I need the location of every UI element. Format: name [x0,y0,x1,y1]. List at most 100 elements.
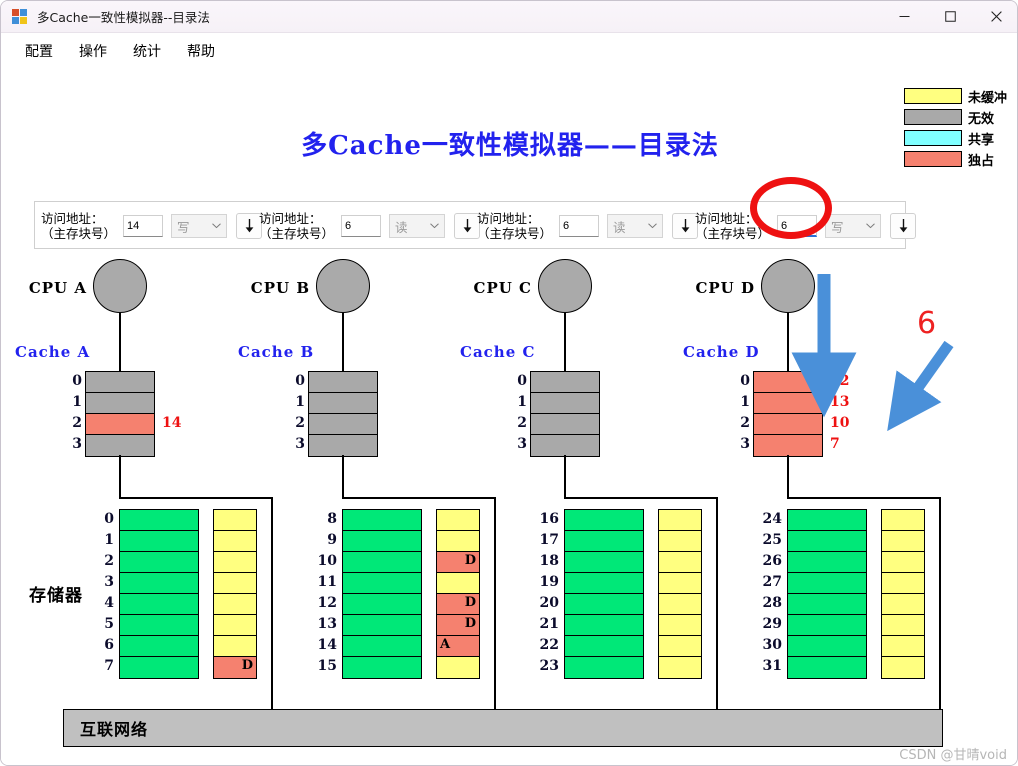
directory-cell[interactable]: D [437,615,479,636]
memory-data-cell[interactable]: 9 [327,531,421,552]
memory-data-cell[interactable]: 3 [104,573,198,594]
close-button[interactable] [973,1,1017,33]
cache-row[interactable]: 2 [517,414,599,435]
cache-row[interactable]: 1 13 [740,393,849,414]
cache-row[interactable]: 0 12 [740,372,849,393]
memory-data-cell[interactable]: 31 [763,657,866,678]
directory-cell[interactable] [214,573,256,594]
memory-data-cell[interactable]: 0 [104,510,198,531]
memory-data-cell[interactable]: 13 [318,615,421,636]
address-input-c[interactable] [559,215,600,237]
memory-data-cell[interactable]: 18 [540,552,643,573]
directory-cell[interactable]: D [214,657,256,678]
memory-data-cell[interactable]: 14 [318,636,421,657]
directory-cell[interactable] [659,636,701,657]
cache-row[interactable]: 1 [295,393,377,414]
memory-data-cell[interactable]: 29 [763,615,866,636]
cpu-node[interactable] [316,259,370,313]
directory-cell[interactable] [882,657,924,678]
memory-data-cell[interactable]: 1 [104,531,198,552]
directory-cell[interactable] [659,531,701,552]
memory-data-cell[interactable]: 17 [540,531,643,552]
menu-item-config[interactable]: 配置 [13,38,65,64]
directory-cell[interactable] [882,615,924,636]
cache-row[interactable]: 3 [295,435,377,456]
directory-cell[interactable] [659,552,701,573]
memory-data-cell[interactable]: 5 [104,615,198,636]
directory-cell[interactable] [437,531,479,552]
cpu-node[interactable] [93,259,147,313]
memory-data-cell[interactable]: 6 [104,636,198,657]
memory-data-cell[interactable]: 12 [318,594,421,615]
cache-row[interactable]: 1 [517,393,599,414]
directory-cell[interactable]: A [437,636,479,657]
directory-cell[interactable] [214,615,256,636]
memory-data-cell[interactable]: 7 [104,657,198,678]
directory-cell[interactable] [882,573,924,594]
execute-button-d[interactable] [890,213,917,239]
memory-data-cell[interactable]: 20 [540,594,643,615]
directory-cell[interactable] [437,510,479,531]
memory-data-cell[interactable]: 8 [327,510,421,531]
directory-cell[interactable] [659,615,701,636]
memory-data-cell[interactable]: 27 [763,573,866,594]
memory-data-cell[interactable]: 25 [763,531,866,552]
memory-data-cell[interactable]: 21 [540,615,643,636]
directory-cell[interactable] [214,531,256,552]
directory-cell[interactable] [659,510,701,531]
directory-cell[interactable] [882,552,924,573]
cpu-node[interactable] [538,259,592,313]
memory-data-cell[interactable]: 19 [540,573,643,594]
memory-data-cell[interactable]: 30 [763,636,866,657]
address-input-b[interactable] [341,215,382,237]
directory-cell[interactable] [214,510,256,531]
operation-select-c[interactable]: 读 [607,214,664,238]
directory-cell[interactable] [214,594,256,615]
directory-cell[interactable] [437,657,479,678]
cache-row[interactable]: 2 [295,414,377,435]
cache-row[interactable]: 0 [72,372,154,393]
memory-data-cell[interactable]: 2 [104,552,198,573]
cache-row[interactable]: 0 [295,372,377,393]
address-input-d[interactable] [777,215,818,237]
cpu-node[interactable] [761,259,815,313]
directory-cell[interactable] [882,531,924,552]
memory-data-cell[interactable]: 26 [763,552,866,573]
memory-data-cell[interactable]: 22 [540,636,643,657]
directory-cell[interactable] [214,636,256,657]
cache-row[interactable]: 3 [517,435,599,456]
memory-data-cell[interactable]: 23 [540,657,643,678]
memory-data-cell[interactable]: 15 [318,657,421,678]
cache-row[interactable]: 3 [72,435,154,456]
cache-row[interactable]: 2 14 [72,414,181,435]
memory-data-cell[interactable]: 4 [104,594,198,615]
operation-select-a[interactable]: 写 [171,214,228,238]
menu-item-help[interactable]: 帮助 [175,38,227,64]
memory-data-cell[interactable]: 11 [318,573,421,594]
address-input-a[interactable] [123,215,164,237]
memory-data-cell[interactable]: 16 [540,510,643,531]
directory-cell[interactable] [882,510,924,531]
directory-cell[interactable] [882,636,924,657]
cache-row[interactable]: 2 10 [740,414,849,435]
memory-data-cell[interactable]: 24 [763,510,866,531]
menu-item-operate[interactable]: 操作 [67,38,119,64]
directory-cell[interactable] [659,573,701,594]
directory-cell[interactable]: D [437,594,479,615]
operation-select-d[interactable]: 写 [825,214,882,238]
directory-cell[interactable] [882,594,924,615]
minimize-button[interactable] [881,1,927,33]
directory-cell[interactable] [214,552,256,573]
cache-row[interactable]: 1 [72,393,154,414]
menu-item-stats[interactable]: 统计 [121,38,173,64]
maximize-button[interactable] [927,1,973,33]
memory-data-cell[interactable]: 28 [763,594,866,615]
operation-select-b[interactable]: 读 [389,214,446,238]
directory-cell[interactable] [659,594,701,615]
cache-row[interactable]: 37 [740,435,840,456]
memory-data-cell[interactable]: 10 [318,552,421,573]
directory-cell[interactable] [659,657,701,678]
directory-cell[interactable]: D [437,552,479,573]
directory-cell[interactable] [437,573,479,594]
cache-row[interactable]: 0 [517,372,599,393]
